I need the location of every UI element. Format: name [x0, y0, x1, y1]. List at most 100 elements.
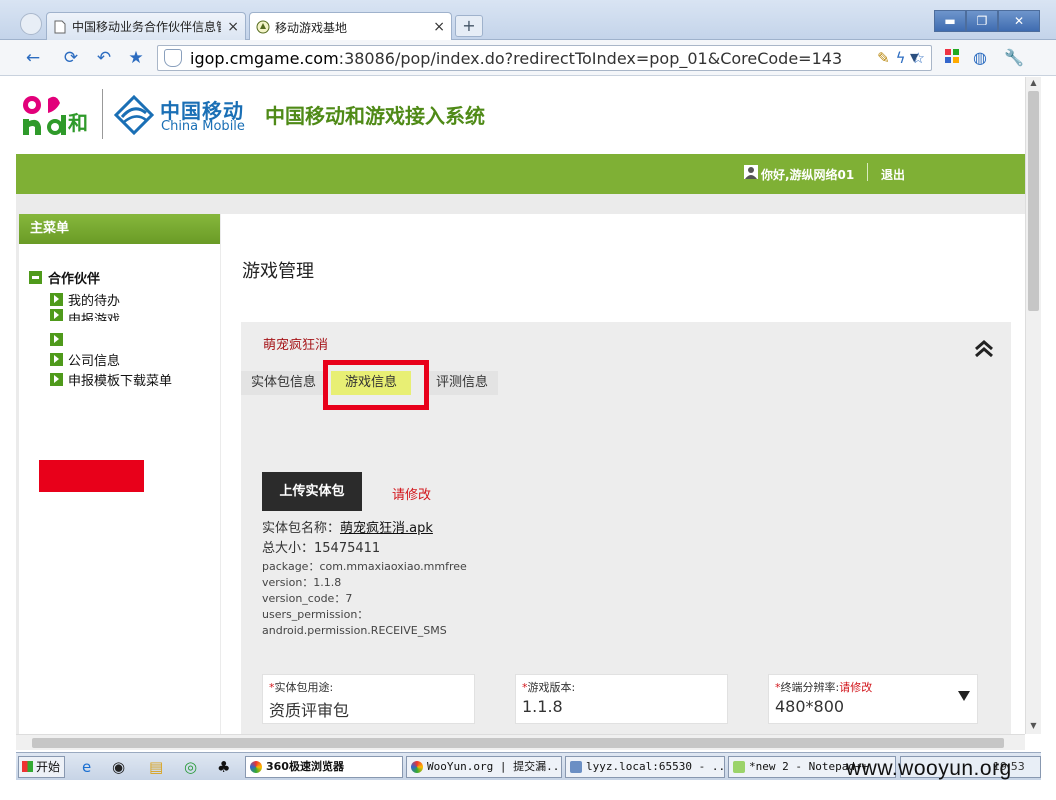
new-tab-button[interactable]: + [455, 15, 483, 37]
sidebar-group-partner[interactable]: 合作伙伴 [29, 268, 100, 287]
browser-tab-partner[interactable]: 中国移动业务合作伙伴信息管 × [46, 12, 246, 40]
user-icon [744, 165, 758, 179]
favorite-star-icon[interactable]: ★ [125, 47, 147, 69]
notepad-icon [733, 761, 745, 773]
tab-package-info[interactable]: 实体包信息 [241, 371, 327, 395]
tab-evaluation-info[interactable]: 评测信息 [426, 371, 499, 395]
package-version: version：1.1.8 [262, 576, 342, 589]
globe-icon[interactable]: ◍ [973, 48, 987, 67]
arrow-right-icon [50, 293, 63, 306]
browser-tab-label: 中国移动业务合作伙伴信息管 [72, 20, 222, 34]
sidebar-item-label: 我的待办 [68, 294, 121, 309]
and-logo-text: 和 [68, 111, 88, 135]
back-icon[interactable]: ← [22, 47, 44, 69]
scroll-up-icon[interactable]: ▲ [1026, 78, 1041, 90]
arrow-right-icon [50, 353, 63, 366]
field-package-purpose[interactable]: *实体包用途: 资质评审包 [262, 674, 475, 724]
field-label: 终端分辨率: [780, 681, 840, 694]
package-info: 实体包名称：萌宠疯狂消.apk 总大小：15475411 package：com… [262, 519, 467, 639]
package-file-link[interactable]: 萌宠疯狂消.apk [340, 521, 433, 536]
browser-toolbar: ← ⟳ ↶ ★ igop.cmgame.com:38086/pop/index.… [0, 40, 1056, 76]
close-tab-icon[interactable]: × [433, 19, 445, 35]
fix-required-text: 请修改 [392, 488, 432, 503]
browser-tab-label: 移动游戏基地 [275, 20, 348, 35]
sidebar-group-label: 合作伙伴 [48, 272, 101, 287]
sidebar-item-company-info[interactable]: 公司信息 [50, 350, 120, 369]
tools-wrench-icon[interactable]: 🔧 [1004, 48, 1024, 67]
package-permission-value: android.permission.RECEIVE_SMS [262, 624, 447, 637]
site-header: 和 中国移动 China Mobile 中国移动和游戏接入系统 [16, 77, 1025, 154]
dropdown-arrow-icon[interactable] [958, 691, 970, 701]
upload-package-button[interactable]: 上传实体包 [262, 472, 362, 511]
folder-icon[interactable]: ▤ [149, 758, 163, 776]
extension-icon[interactable]: ✎ [877, 49, 890, 67]
top-green-bar [16, 154, 1025, 194]
arrow-right-icon [50, 333, 63, 346]
package-id: package：com.mmaxiaoxiao.mmfree [262, 560, 467, 573]
scroll-down-icon[interactable]: ▼ [1026, 721, 1041, 733]
collapse-chevrons-icon[interactable] [973, 338, 995, 360]
china-mobile-logo-icon [113, 94, 155, 136]
start-button[interactable]: 开始 [18, 756, 65, 778]
horizontal-scrollbar[interactable] [16, 734, 1025, 750]
address-bar[interactable]: igop.cmgame.com:38086/pop/index.do?redir… [157, 45, 932, 71]
browser-tab-strip: 中国移动业务合作伙伴信息管 × 移动游戏基地 × + ▬ ❐ ✕ [0, 0, 1056, 41]
browser-menu-icon[interactable] [20, 13, 42, 35]
360-browser-icon [411, 761, 423, 773]
field-value: 资质评审包 [269, 701, 350, 720]
security-shield-icon [164, 49, 182, 67]
page-viewport: 和 中国移动 China Mobile 中国移动和游戏接入系统 你好,游纵网络0… [16, 77, 1025, 734]
scroll-thumb[interactable] [32, 738, 1004, 748]
restore-button[interactable]: ❐ [966, 10, 998, 32]
collapse-minus-icon[interactable] [29, 271, 42, 284]
field-label: 实体包用途: [274, 681, 334, 694]
taskbar-task-360-browser[interactable]: 360极速浏览器 [245, 756, 403, 778]
steam-icon[interactable]: ◉ [112, 758, 125, 776]
field-game-version[interactable]: *游戏版本: 1.1.8 [515, 674, 728, 724]
system-title: 中国移动和游戏接入系统 [265, 104, 485, 128]
minimize-button[interactable]: ▬ [934, 10, 966, 32]
sidebar-item-game-management[interactable]: 游戏管理 [50, 330, 120, 349]
sidebar: 主菜单 合作伙伴 我的待办 申报游戏 游戏管理 公司信息 申报模板下载菜单 [19, 214, 220, 734]
url-text[interactable]: igop.cmgame.com:38086/pop/index.do?redir… [190, 49, 850, 68]
apps-grid-icon[interactable] [944, 48, 960, 68]
sidebar-item-template-download[interactable]: 申报模板下载菜单 [50, 370, 172, 389]
highlight-box-sidebar [39, 460, 144, 492]
china-mobile-en: China Mobile [161, 119, 245, 134]
close-tab-icon[interactable]: × [227, 19, 239, 35]
game-base-icon [256, 20, 270, 34]
vertical-scrollbar[interactable]: ▲ ▼ [1025, 77, 1041, 734]
arrow-right-icon [50, 309, 63, 321]
package-version-code: version_code：7 [262, 592, 353, 605]
field-value: 1.1.8 [522, 697, 563, 716]
undo-close-icon[interactable]: ↶ [93, 47, 115, 69]
ie-icon[interactable]: e [82, 758, 91, 776]
field-value: 480*800 [775, 697, 845, 716]
sidebar-item-label: 申报模板下载菜单 [68, 374, 173, 389]
user-greeting: 你好,游纵网络01 [761, 168, 855, 182]
field-resolution-select[interactable]: *终端分辨率:请修改 480*800 [768, 674, 978, 724]
arrow-right-icon [50, 373, 63, 386]
sidebar-item-label: 申报游戏 [68, 313, 121, 321]
browser-tab-game-base[interactable]: 移动游戏基地 × [249, 12, 452, 41]
sidebar-item-declare-game[interactable]: 申报游戏 [50, 309, 120, 321]
refresh-icon[interactable]: ⟳ [60, 47, 82, 69]
qq-icon[interactable]: ♣ [217, 758, 230, 776]
sidebar-item-todo[interactable]: 我的待办 [50, 290, 120, 309]
taskbar-task-wooyun[interactable]: WooYun.org | 提交漏... [406, 756, 562, 778]
close-window-button[interactable]: ✕ [998, 10, 1040, 32]
lightning-icon[interactable]: ϟ [896, 49, 906, 67]
dropdown-arrow-icon[interactable]: ▼ [910, 51, 918, 64]
logo-divider [102, 89, 103, 139]
watermark: www.wooyun.org [846, 757, 1012, 780]
360-browser-icon [250, 761, 262, 773]
package-permission-label: users_permission： [262, 608, 369, 621]
chrome-icon[interactable]: ◎ [184, 758, 197, 776]
logout-link[interactable]: 退出 [881, 166, 905, 183]
sidebar-item-label: 公司信息 [68, 354, 121, 369]
scroll-thumb[interactable] [1028, 91, 1039, 311]
taskbar-task-lyyz[interactable]: lyyz.local:65530 - ... [565, 756, 725, 778]
package-name-line: 实体包名称：萌宠疯狂消.apk [262, 521, 433, 536]
sidebar-title: 主菜单 [19, 214, 220, 244]
page-title: 游戏管理 [242, 261, 314, 282]
